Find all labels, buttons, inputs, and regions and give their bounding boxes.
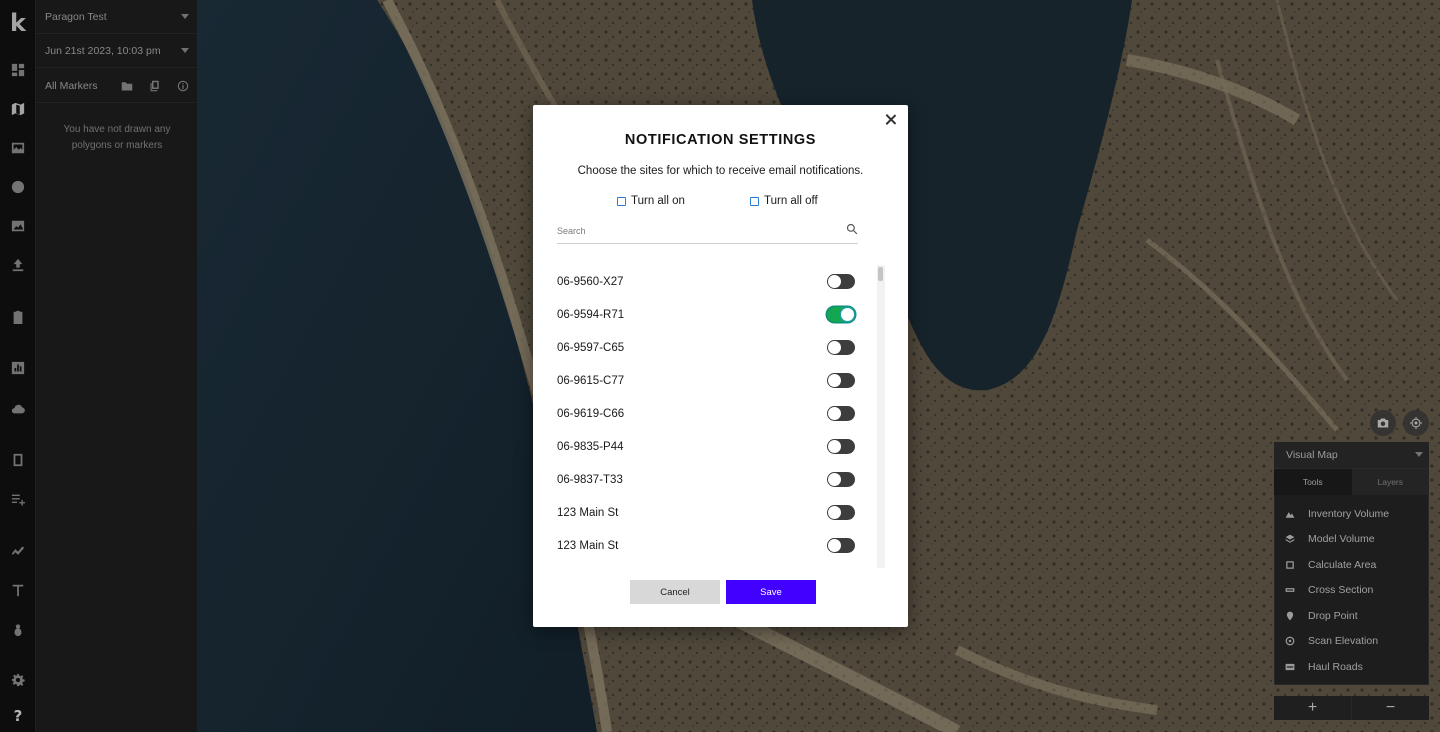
site-name: 06-9619-C66	[557, 407, 625, 420]
notification-settings-dialog: NOTIFICATION SETTINGS Choose the sites f…	[533, 105, 908, 627]
dialog-subtitle: Choose the sites for which to receive em…	[577, 165, 864, 177]
site-name: 06-9615-C77	[557, 374, 625, 387]
site-notification-toggle[interactable]	[827, 340, 855, 355]
site-notification-toggle[interactable]	[827, 472, 855, 487]
site-name: 06-9837-T33	[557, 473, 623, 486]
search-icon[interactable]	[846, 223, 858, 235]
site-notification-toggle[interactable]	[827, 439, 855, 454]
site-row: 06-9619-C66	[557, 397, 884, 430]
site-row: 06-9837-T33	[557, 463, 884, 496]
site-row: 06-9597-C65	[557, 331, 884, 364]
dialog-title: NOTIFICATION SETTINGS	[624, 132, 817, 148]
checkbox-icon	[617, 196, 626, 206]
search-input[interactable]	[557, 217, 827, 241]
site-list-scrollbar[interactable]	[877, 265, 885, 568]
site-name: 06-9560-X27	[557, 275, 624, 288]
site-row: 06-9560-X27	[557, 265, 884, 298]
site-row: 06-9615-C77	[557, 364, 884, 397]
site-notification-toggle[interactable]	[827, 538, 855, 553]
site-name: 123 Main St	[557, 506, 619, 519]
turn-all-off-label: Turn all off	[764, 195, 818, 207]
site-name: 06-9835-P44	[557, 440, 624, 453]
toggle-knob	[828, 473, 841, 486]
toggle-knob	[828, 407, 841, 420]
scrollbar-thumb[interactable]	[878, 267, 883, 281]
site-notification-toggle[interactable]	[827, 373, 855, 388]
site-name: 06-9597-C65	[557, 341, 625, 354]
toggle-knob	[828, 506, 841, 519]
turn-all-on-checkbox[interactable]: Turn all on	[617, 195, 685, 207]
site-row: 123 Main St	[557, 496, 884, 529]
checkbox-icon	[750, 196, 759, 206]
toggle-knob	[828, 374, 841, 387]
toggle-knob	[841, 308, 854, 321]
toggle-knob	[828, 341, 841, 354]
close-icon[interactable]	[882, 111, 900, 129]
site-name: 123 Main St	[557, 539, 619, 552]
save-button[interactable]: Save	[726, 580, 816, 604]
cancel-button[interactable]: Cancel	[630, 580, 720, 604]
site-notification-toggle[interactable]	[827, 406, 855, 421]
site-notification-toggle[interactable]	[827, 307, 855, 322]
site-name: 06-9594-R71	[557, 308, 625, 321]
turn-all-on-label: Turn all on	[631, 195, 685, 207]
site-row: 06-9594-R71	[557, 298, 884, 331]
site-notification-toggle[interactable]	[827, 274, 855, 289]
site-list[interactable]: 06-9560-X27 06-9594-R71 06-9597-C65 06-9615…	[557, 265, 884, 568]
toggle-knob	[828, 539, 841, 552]
toggle-knob	[828, 275, 841, 288]
site-row: 123 Main St	[557, 529, 884, 562]
toggle-knob	[828, 440, 841, 453]
site-row: 06-9835-P44	[557, 430, 884, 463]
site-notification-toggle[interactable]	[827, 505, 855, 520]
search-field	[557, 217, 858, 244]
turn-all-off-checkbox[interactable]: Turn all off	[750, 195, 818, 207]
